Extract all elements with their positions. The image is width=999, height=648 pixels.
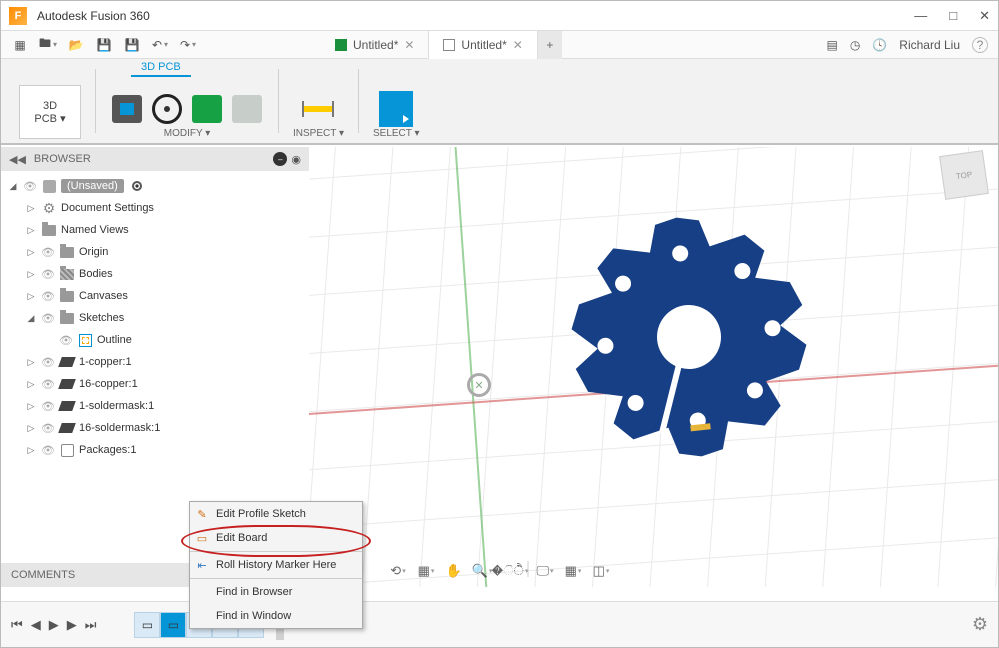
panel-select-label: SELECT ▾ [373,128,420,139]
tab-label: Untitled* [461,38,506,52]
user-name[interactable]: Richard Liu [899,38,960,52]
timeline-step-fwd-button[interactable]: ▶ [67,617,77,633]
window-title: Autodesk Fusion 360 [37,9,150,23]
timeline: ⏮ ◀ ▶ ▶ ⏭ ▭ ▭ ▭ ▭ ▭ ⚙ [1,601,998,647]
close-button[interactable]: ✕ [979,8,990,24]
timeline-feature-1[interactable]: ▭ [134,612,160,638]
tab-close-icon[interactable]: ✕ [404,38,414,52]
timeline-start-button[interactable]: ⏮ [11,617,23,633]
help-icon[interactable]: ? [972,37,988,53]
workspace-switcher[interactable]: 3D PCB ▾ [19,85,81,139]
history-marker-icon: ⇤ [194,559,210,572]
tree-item-named-views[interactable]: ▷Named Views [7,219,303,241]
browser-tree: ◢👁 (Unsaved) ▷⚙Document Settings ▷Named … [1,171,309,465]
ctx-find-in-browser[interactable]: Find in Browser [190,580,362,604]
pcb-tab-icon [335,39,347,51]
save-button[interactable]: 💾 [93,35,115,55]
file-menu-button[interactable]: 🖿 [37,35,59,55]
maximize-button[interactable]: □ [949,8,957,24]
titlebar: F Autodesk Fusion 360 — □ ✕ [1,1,998,31]
tree-item-16-copper[interactable]: ▷👁16-copper:1 [7,373,303,395]
workspace-line2: PCB ▾ [34,112,65,125]
tree-item-bodies[interactable]: ▷👁Bodies [7,263,303,285]
select-tool-icon[interactable] [379,92,413,126]
tree-root[interactable]: ◢👁 (Unsaved) [7,175,303,197]
look-at-button[interactable]: ▦ [415,561,437,581]
context-menu: ✎Edit Profile Sketch ▭Edit Board ⇤Roll H… [189,501,363,629]
tree-item-sketches[interactable]: ◢👁Sketches [7,307,303,329]
grid-menu-icon[interactable]: ▦ [9,35,31,55]
measure-icon[interactable] [301,92,335,126]
tree-item-origin[interactable]: ▷👁Origin [7,241,303,263]
timeline-play-button[interactable]: ▶ [49,617,59,633]
edit-board-icon: ▭ [194,532,210,545]
timeline-settings-icon[interactable]: ⚙ [972,614,988,635]
tree-item-canvases[interactable]: ▷👁Canvases [7,285,303,307]
tab-untitled-2[interactable]: Untitled* ✕ [429,31,537,59]
extensions-icon[interactable]: ▤ [827,38,838,52]
ctx-edit-profile-sketch[interactable]: ✎Edit Profile Sketch [190,502,362,526]
grid-settings-button[interactable]: ▦ [562,561,584,581]
fit-button[interactable]: �ିੈ [499,561,521,581]
tree-item-1-soldermask[interactable]: ▷👁1-soldermask:1 [7,395,303,417]
save-all-button[interactable]: 💾 [121,35,143,55]
tree-item-1-copper[interactable]: ▷👁1-copper:1 [7,351,303,373]
navigation-toolbar: ⟲ ▦ ✋ 🔍 �ିੈ 🖵 ▦ ◫ [381,559,618,583]
viewport-canvas[interactable]: TOP [309,147,998,587]
notifications-icon[interactable]: 🕓 [872,38,887,52]
pcb-gear-body[interactable] [524,172,854,502]
browser-title: BROWSER [34,153,91,165]
tab-label: Untitled* [353,38,398,52]
view-cube[interactable]: TOP [939,150,989,200]
move-icon[interactable] [150,92,184,126]
ribbon: 3D PCB 3D PCB ▾ MODIFY ▾ INSPECT ▾ SELEC… [1,59,998,145]
modify-grey-icon[interactable] [230,92,264,126]
root-label: (Unsaved) [61,179,124,193]
activate-component-icon[interactable] [132,181,142,191]
timeline-feature-2[interactable]: ▭ [160,612,186,638]
tab-close-icon[interactable]: ✕ [513,38,523,52]
edit-sketch-icon: ✎ [194,508,210,521]
display-settings-button[interactable]: 🖵 [534,561,556,581]
origin-marker [467,373,491,397]
tab-untitled-1[interactable]: Untitled* ✕ [321,31,429,59]
browser-options-icon[interactable]: ◉ [291,153,301,166]
zoom-button[interactable]: 🔍 [471,561,493,581]
workspace-line1: 3D [43,100,57,112]
redo-button[interactable]: ↷ [177,35,199,55]
push-to-pcb-icon[interactable] [110,92,144,126]
pan-button[interactable]: ✋ [443,561,465,581]
collapse-browser-icon[interactable]: ◀◀ [9,153,26,166]
minimize-button[interactable]: — [914,8,927,24]
ctx-edit-board[interactable]: ▭Edit Board [190,526,362,550]
document-tabs: Untitled* ✕ Untitled* ✕ + [321,31,562,59]
new-tab-button[interactable]: + [538,31,562,59]
tree-item-document-settings[interactable]: ▷⚙Document Settings [7,197,303,219]
orbit-button[interactable]: ⟲ [387,561,409,581]
panel-inspect-label: INSPECT ▾ [293,128,344,139]
ribbon-tab-3dpcb[interactable]: 3D PCB [131,59,191,77]
ctx-roll-history-marker[interactable]: ⇤Roll History Marker Here [190,553,362,577]
comments-title: COMMENTS [11,569,75,581]
open-button[interactable]: 📂 [65,35,87,55]
tree-item-packages[interactable]: ▷👁Packages:1 [7,439,303,461]
job-status-icon[interactable]: ◷ [850,38,860,52]
viewport-layout-button[interactable]: ◫ [590,561,612,581]
app-logo-icon: F [9,7,27,25]
tree-item-outline[interactable]: 👁Outline [7,329,303,351]
timeline-step-back-button[interactable]: ◀ [31,617,41,633]
browser-settings-icon[interactable]: – [273,152,287,166]
tree-item-16-soldermask[interactable]: ▷👁16-soldermask:1 [7,417,303,439]
quick-access-toolbar: ▦ 🖿 📂 💾 💾 ↶ ↷ Untitled* ✕ Untitled* ✕ + … [1,31,998,59]
cube-tab-icon [443,39,455,51]
undo-button[interactable]: ↶ [149,35,171,55]
ctx-find-in-window[interactable]: Find in Window [190,604,362,628]
main-area: ◀◀ BROWSER – ◉ ◢👁 (Unsaved) ▷⚙Document S… [1,147,998,587]
modify-green-icon[interactable] [190,92,224,126]
timeline-end-button[interactable]: ⏭ [85,617,97,633]
browser-header[interactable]: ◀◀ BROWSER – ◉ [1,147,309,171]
panel-modify-label: MODIFY ▾ [164,128,211,139]
